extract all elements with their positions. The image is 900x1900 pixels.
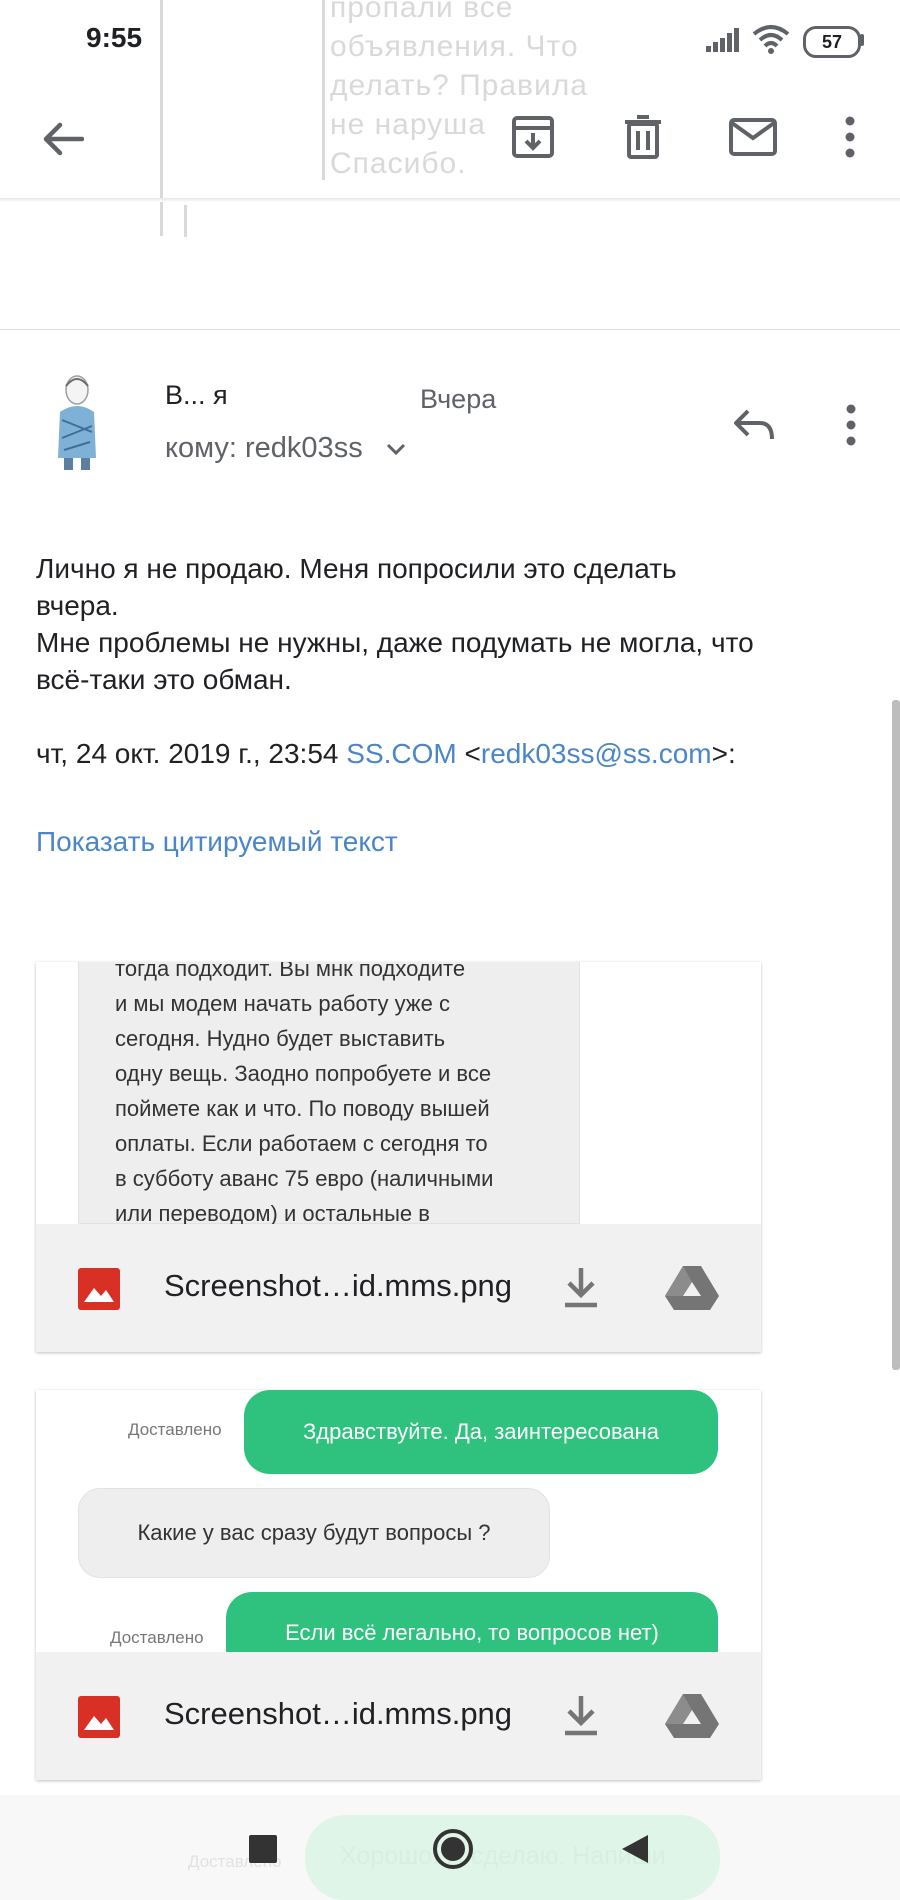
chat-text: тогда подходит. Вы мнк подходите и мы мо… [79,962,579,1224]
chat-line: или переводом) и остальные в [115,1201,430,1224]
download-icon[interactable] [556,1262,606,1312]
more-vert-icon [845,116,855,158]
attachment-file-name: Screenshot…id.mms.png [164,1696,513,1731]
more-options-button[interactable] [815,102,885,172]
attachment-file-name: Screenshot…id.mms.png [164,1268,513,1303]
message-date: Вчера [420,384,497,414]
archive-button[interactable] [498,102,568,172]
attachment-preview-1[interactable]: тогда подходит. Вы мнк подходите и мы мо… [36,962,761,1224]
battery-tip [860,34,864,46]
trash-icon [625,115,661,159]
recipient-label: кому: redk03ss [165,432,363,464]
body-line: Мне проблемы не нужны, даже подумать не … [36,627,754,658]
attachment-bar-1: Screenshot…id.mms.png [36,1224,761,1352]
download-icon[interactable] [556,1690,606,1740]
chat-line: в субботу аванс 75 евро (наличными [115,1166,494,1191]
recipient-details[interactable]: кому: redk03ss [165,432,407,465]
more-vert-icon [846,404,856,446]
signal-icon [706,28,739,52]
square-icon [249,1835,277,1863]
wifi-icon [752,25,790,54]
chat-bubble-incoming: тогда подходит. Вы мнк подходите и мы мо… [78,962,580,1224]
quote-lt: < [456,738,481,769]
toolbar-shadow [0,198,900,202]
chevron-down-icon [386,444,405,456]
chat-line: и мы модем начать работу уже с [115,991,450,1016]
chat-line: поймете как и что. По поводу вышей [115,1096,490,1121]
show-quoted-text-link[interactable]: Показать цитируемый текст [36,826,398,858]
battery-icon: 57 [803,26,861,58]
circle-home-icon [433,1829,473,1869]
attachment-bar-2: Screenshot…id.mms.png [36,1652,761,1780]
save-to-drive-icon[interactable] [664,1692,720,1740]
home-button[interactable] [424,1820,482,1878]
attachment-preview-2[interactable]: Доставлено Здравствуйте. Да, заинтересов… [36,1390,761,1652]
reply-icon [734,409,774,440]
arrow-back-icon [43,122,84,156]
quote-bar-mid [184,205,187,237]
status-time: 9:55 [86,22,143,53]
body-line: вчера. [36,590,119,621]
quote-header: чт, 24 окт. 2019 г., 23:54 SS.COM <redk0… [36,735,866,772]
delivered-label: Доставлено [110,1628,204,1647]
message-more-button[interactable] [836,400,866,450]
chat-bubble-outgoing: Если всё легально, то вопросов нет) [226,1592,718,1652]
message-body: Лично я не продаю. Меня попросили это сд… [36,550,866,772]
image-file-icon [78,1268,120,1310]
mark-unread-button[interactable] [718,102,788,172]
delete-button[interactable] [608,102,678,172]
quote-date: чт, 24 окт. 2019 г., 23:54 [36,738,347,769]
archive-icon [512,116,554,158]
attachment-card-2[interactable]: Доставлено Здравствуйте. Да, заинтересов… [36,1390,761,1780]
mail-icon [729,118,777,156]
avatar[interactable] [52,372,102,472]
reply-button[interactable] [724,400,784,450]
body-line: всё-таки это обман. [36,664,292,695]
chat-line: оплаты. Если работаем с сегодня то [115,1131,488,1156]
attachment-card-1[interactable]: тогда подходит. Вы мнк подходите и мы мо… [36,962,761,1352]
save-to-drive-icon[interactable] [664,1264,720,1312]
chat-line: одну вещь. Заодно попробуете и все [115,1061,492,1086]
scrollbar[interactable] [892,700,900,1370]
delivered-label: Доставлено [128,1420,222,1439]
quote-email-link[interactable]: redk03ss@ss.com [481,738,712,769]
chat-bubble-outgoing: Здравствуйте. Да, заинтересована [244,1390,718,1474]
back-nav-button[interactable] [608,1822,662,1876]
chat-line: тогда подходит. Вы мнк подходите [115,962,466,981]
message-divider [0,329,900,330]
sender-name: В... я [165,380,228,410]
toolbar [0,80,900,200]
quote-gt: >: [711,738,736,769]
back-button[interactable] [28,104,98,174]
chat-line: сегодня. Нудно будет выставить [115,1026,446,1051]
body-line: Лично я не продаю. Меня попросили это сд… [36,553,677,584]
chat-bubble-incoming: Какие у вас сразу будут вопросы ? [78,1488,550,1578]
quote-sender-link[interactable]: SS.COM [346,738,456,769]
image-file-icon [78,1696,120,1738]
triangle-back-icon [622,1835,648,1863]
recents-button[interactable] [236,1822,290,1876]
avatar-figure-icon [58,375,96,470]
